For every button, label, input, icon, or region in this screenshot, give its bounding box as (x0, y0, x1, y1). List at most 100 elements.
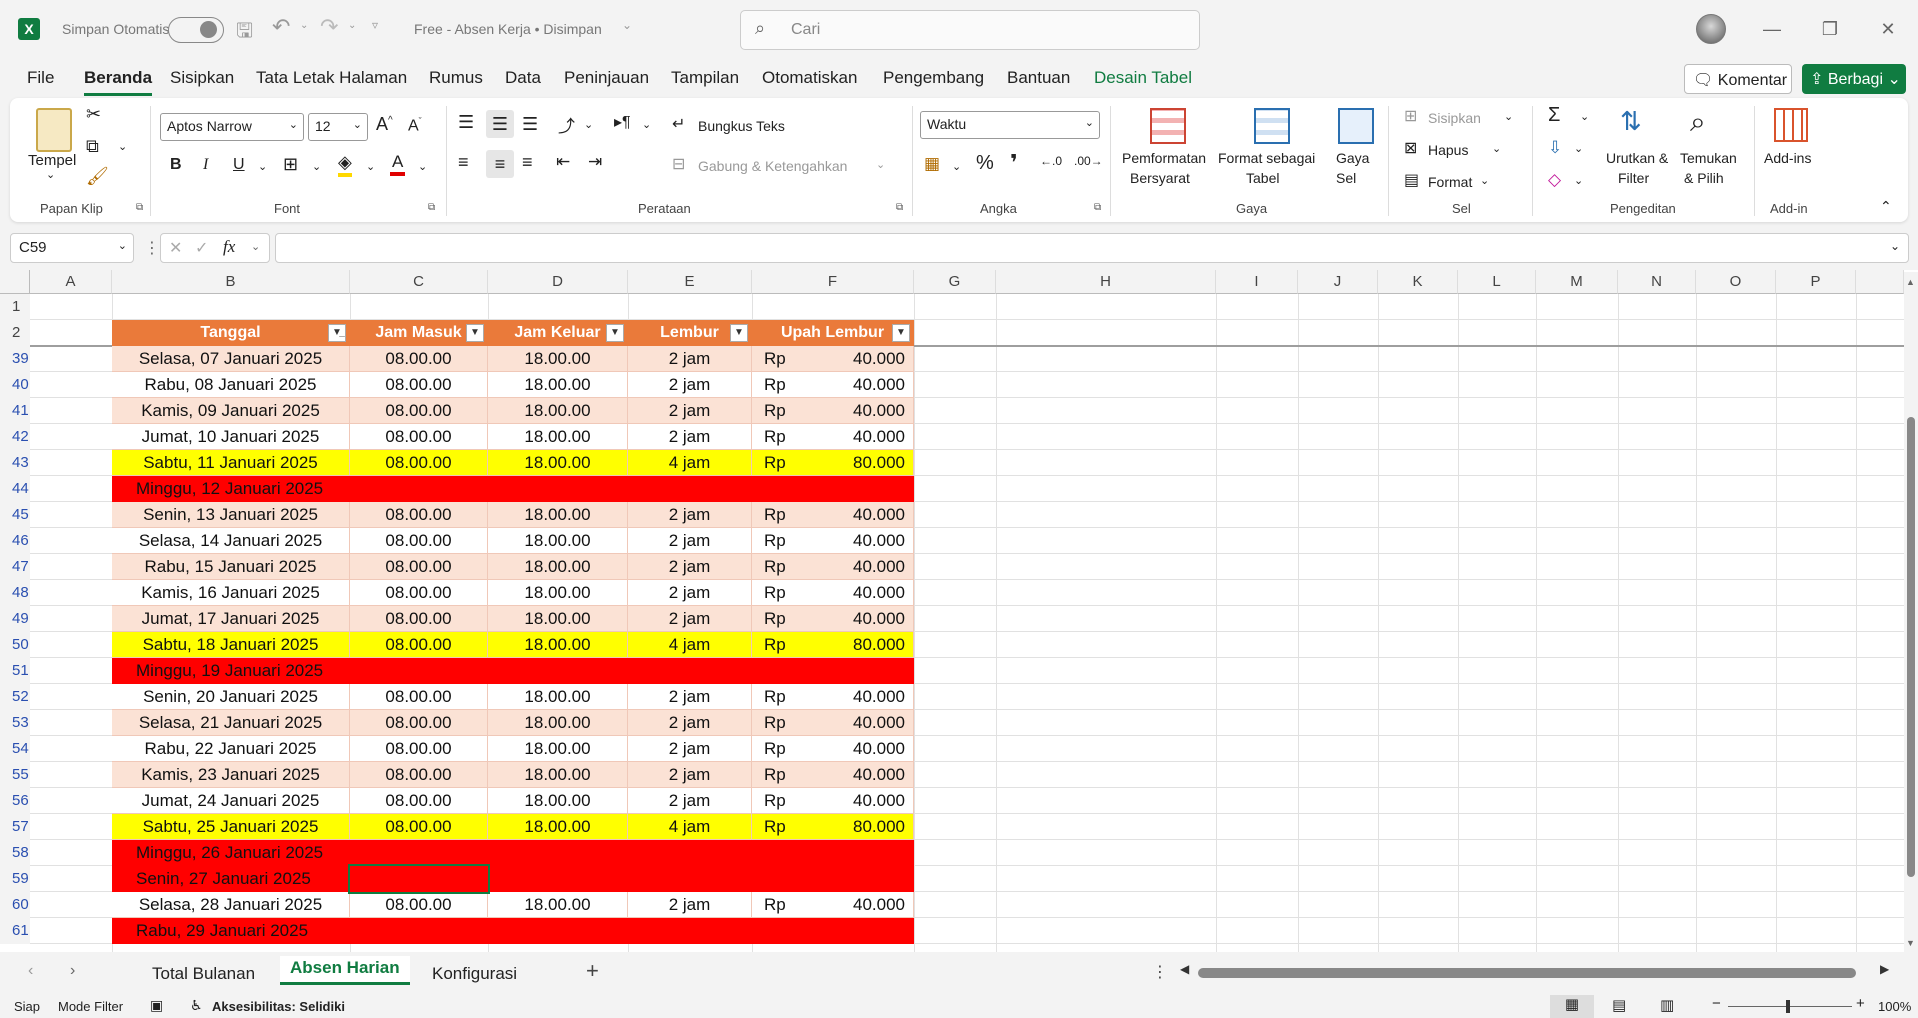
time-in-cell[interactable]: 08.00.00 (350, 554, 488, 580)
worksheet-grid[interactable]: ABCDEFGHIJKLMNOP 1 2 Tanggal ▼̲ Jam Masuk ▼ Ja… (0, 270, 1918, 952)
delete-cells-icon[interactable]: ⊠ (1404, 138, 1417, 158)
row-header-59[interactable]: 59 (0, 866, 30, 892)
find-select-icon[interactable]: ⌕ (1690, 106, 1706, 139)
insert-function-icon[interactable]: fx (223, 237, 235, 257)
date-cell[interactable]: Sabtu, 25 Januari 2025 (112, 814, 350, 840)
underline-icon[interactable]: U (233, 156, 245, 174)
time-in-cell[interactable]: 08.00.00 (350, 346, 488, 372)
copy-dropdown-icon[interactable]: ⌄ (118, 140, 127, 153)
overtime-cell[interactable]: 2 jam (628, 788, 752, 814)
add-ins-icon[interactable] (1774, 108, 1808, 142)
find-select-label-2[interactable]: & Pilih (1684, 170, 1724, 186)
overtime-cell[interactable]: 2 jam (628, 684, 752, 710)
pay-cell[interactable]: Rp 40.000 (752, 710, 914, 736)
menu-bantuan[interactable]: Bantuan (1007, 68, 1070, 88)
time-out-cell[interactable]: 18.00.00 (488, 762, 628, 788)
zoom-slider[interactable] (1728, 1006, 1852, 1007)
column-header-c[interactable]: C (350, 270, 488, 294)
column-header-g[interactable]: G (914, 270, 996, 294)
zoom-slider-thumb[interactable] (1786, 1000, 1790, 1013)
column-header-j[interactable]: J (1298, 270, 1378, 294)
clear-icon[interactable]: ◇ (1548, 170, 1561, 190)
menu-file[interactable]: File (27, 68, 54, 88)
cell-styles-label[interactable]: Gaya (1336, 150, 1369, 166)
time-out-cell[interactable]: 18.00.00 (488, 346, 628, 372)
align-center-icon[interactable]: ≡ (486, 150, 514, 178)
fill-color-icon[interactable]: ◈ (338, 152, 352, 177)
italic-icon[interactable]: I (203, 156, 208, 174)
overtime-cell[interactable]: 2 jam (628, 528, 752, 554)
borders-icon[interactable]: ⊞ (283, 154, 298, 175)
customize-qat-icon[interactable]: ▿ (372, 18, 378, 32)
time-out-cell[interactable]: 18.00.00 (488, 372, 628, 398)
pay-cell[interactable]: Rp 80.000 (752, 814, 914, 840)
bold-icon[interactable]: B (170, 156, 182, 174)
overtime-cell[interactable]: 2 jam (628, 606, 752, 632)
enter-icon[interactable]: ✓ (195, 238, 208, 258)
number-format-select[interactable]: Waktu ⌄ (920, 111, 1100, 139)
comma-style-icon[interactable]: ❜ (1010, 150, 1018, 176)
find-select-label[interactable]: Temukan (1680, 150, 1737, 166)
pay-cell[interactable]: Rp 40.000 (752, 398, 914, 424)
formula-input[interactable]: ⌄ (275, 233, 1909, 263)
time-out-cell[interactable]: 18.00.00 (488, 632, 628, 658)
pay-cell[interactable]: Rp 40.000 (752, 554, 914, 580)
time-out-cell[interactable]: 18.00.00 (488, 606, 628, 632)
increase-decimal-icon[interactable]: ←.0 (1040, 154, 1062, 168)
row-header-61[interactable]: 61 (0, 918, 30, 944)
hscroll-left-icon[interactable]: ◀ (1180, 962, 1189, 976)
alignment-launcher-icon[interactable]: ⧉ (896, 202, 903, 213)
column-header-d[interactable]: D (488, 270, 628, 294)
date-cell[interactable]: Selasa, 14 Januari 2025 (112, 528, 350, 554)
fill-dropdown-icon[interactable]: ⌄ (1574, 142, 1583, 155)
scroll-up-icon[interactable]: ▲ (1906, 277, 1915, 287)
row-header-45[interactable]: 45 (0, 502, 30, 528)
paste-label[interactable]: Tempel (28, 152, 76, 169)
overtime-cell[interactable]: 2 jam (628, 736, 752, 762)
time-in-cell[interactable]: 08.00.00 (350, 398, 488, 424)
overtime-cell[interactable]: 2 jam (628, 892, 752, 918)
pay-cell[interactable]: Rp 40.000 (752, 892, 914, 918)
time-in-cell[interactable]: 08.00.00 (350, 580, 488, 606)
time-in-cell[interactable]: 08.00.00 (350, 892, 488, 918)
menu-desain-tabel[interactable]: Desain Tabel (1094, 68, 1192, 88)
row-header-56[interactable]: 56 (0, 788, 30, 814)
menu-beranda[interactable]: Beranda (84, 68, 153, 96)
format-cells-button[interactable]: Format (1428, 174, 1472, 190)
fill-icon[interactable]: ⇩ (1548, 138, 1562, 158)
paste-icon[interactable] (36, 108, 72, 152)
column-header-i[interactable]: I (1216, 270, 1298, 294)
date-cell[interactable]: Selasa, 21 Januari 2025 (112, 710, 350, 736)
autosum-icon[interactable]: Σ (1548, 104, 1560, 127)
sort-filter-icon[interactable]: ⇅ (1620, 106, 1642, 137)
delete-cells-button[interactable]: Hapus (1428, 142, 1468, 158)
column-header-f[interactable]: F (752, 270, 914, 294)
time-in-cell[interactable]: 08.00.00 (350, 372, 488, 398)
row-header-60[interactable]: 60 (0, 892, 30, 918)
time-out-cell[interactable]: 18.00.00 (488, 502, 628, 528)
date-cell[interactable]: Jumat, 10 Januari 2025 (112, 424, 350, 450)
menu-peninjauan[interactable]: Peninjauan (564, 68, 649, 88)
number-launcher-icon[interactable]: ⧉ (1094, 202, 1101, 213)
orientation-icon[interactable]: ⤴ (558, 112, 575, 137)
save-icon[interactable]: 🖫 (236, 16, 253, 50)
wrap-text-icon[interactable]: ↵ (672, 114, 685, 134)
sheet-tab-total-bulanan[interactable]: Total Bulanan (152, 964, 255, 984)
borders-dropdown-icon[interactable]: ⌄ (312, 160, 321, 173)
restore-icon[interactable]: ❐ (1810, 12, 1850, 46)
overtime-cell[interactable]: 4 jam (628, 450, 752, 476)
vertical-scroll-thumb[interactable] (1907, 417, 1915, 877)
time-in-cell[interactable]: 08.00.00 (350, 788, 488, 814)
table-row-holiday[interactable]: Minggu, 19 Januari 2025 (112, 658, 914, 684)
time-out-cell[interactable]: 18.00.00 (488, 450, 628, 476)
date-cell[interactable]: Sabtu, 18 Januari 2025 (112, 632, 350, 658)
conditional-formatting-label[interactable]: Pemformatan (1122, 150, 1206, 166)
sort-filter-label[interactable]: Urutkan & (1606, 150, 1668, 166)
time-in-cell[interactable]: 08.00.00 (350, 606, 488, 632)
time-out-cell[interactable]: 18.00.00 (488, 580, 628, 606)
row-header-41[interactable]: 41 (0, 398, 30, 424)
filter-active-icon[interactable]: ▼̲ (328, 324, 346, 342)
align-bottom-icon[interactable]: ☰ (522, 114, 538, 135)
pay-cell[interactable]: Rp 40.000 (752, 528, 914, 554)
row-header-58[interactable]: 58 (0, 840, 30, 866)
